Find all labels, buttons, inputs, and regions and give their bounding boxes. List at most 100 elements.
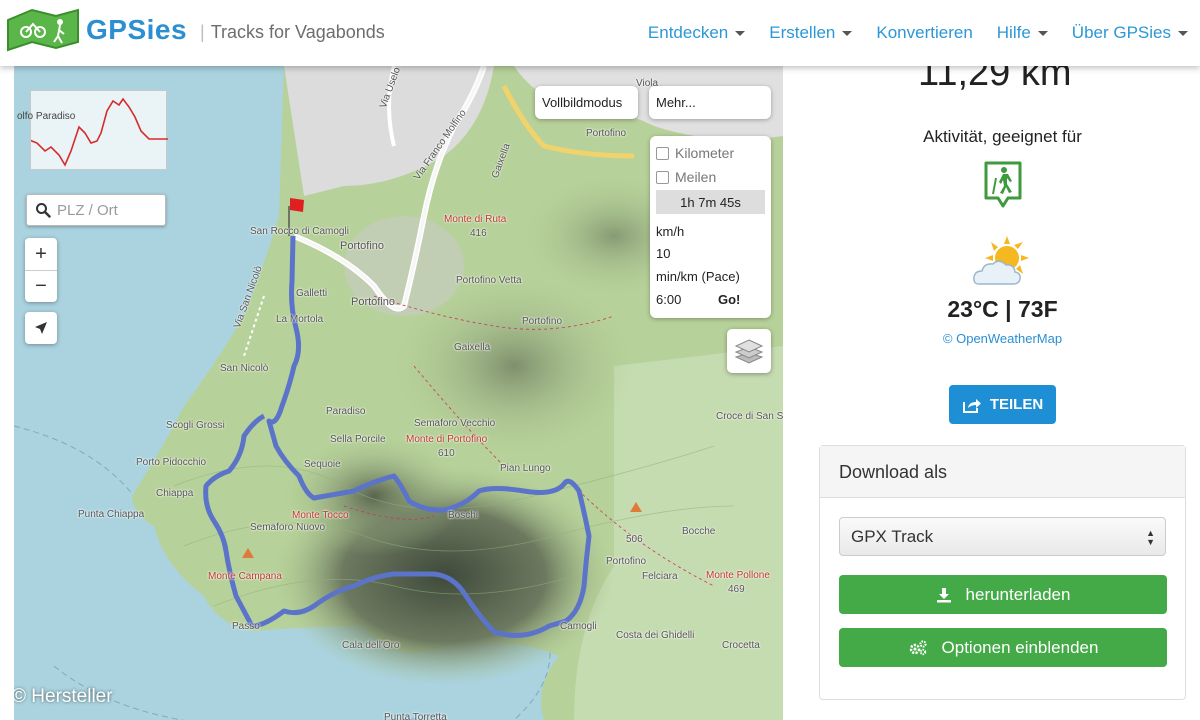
nav-konvertieren[interactable]: Konvertieren [864,23,984,43]
nav-entdecken[interactable]: Entdecken [636,23,757,43]
map-label: Portofino [586,128,627,139]
gears-icon [909,639,927,655]
map-label: Porto Pidocchio [136,457,207,468]
share-button[interactable]: TEILEN [949,385,1056,424]
options-button[interactable]: Optionen einblenden [839,628,1167,667]
speed-input[interactable]: 10 [656,242,714,264]
kilometer-option[interactable]: Kilometer [656,145,734,161]
zoom-in-button[interactable]: + [25,238,57,270]
search-icon [36,203,51,218]
fullscreen-button[interactable]: Vollbildmodus [535,86,638,119]
nav-erstellen[interactable]: Erstellen [757,23,864,43]
time-calculator: Kilometer Meilen 1h 7m 45s km/h 10 min/k… [650,136,771,318]
download-label: herunterladen [965,584,1071,604]
caret-down-icon [735,30,746,36]
kilometer-label: Kilometer [675,145,735,161]
hiking-icon [984,161,1022,208]
search-input[interactable] [57,201,157,219]
options-label: Optionen einblenden [941,637,1099,657]
locate-button[interactable] [25,312,57,344]
map-label: Portofino Vetta [456,275,522,286]
nav-label: Entdecken [647,23,729,42]
map-label: Punta Torretta [384,712,447,720]
pace-input[interactable]: 6:00 [656,288,714,310]
map-label: Bocche [682,526,716,537]
map-label: 416 [470,228,487,239]
map-label: Monte Pollone [706,570,770,581]
download-title: Download als [820,446,1185,498]
map-label: Semaforo Nuovo [250,522,326,533]
openweathermap-link[interactable]: © OpenWeatherMap [819,331,1186,346]
more-button[interactable]: Mehr... [649,86,771,119]
format-value: GPX Track [851,526,934,546]
tagline: | Tracks for Vagabonds [200,22,385,42]
nav-label: Über GPSies [1071,23,1171,42]
gpsies-logo-icon [7,8,79,52]
pace-label: min/km (Pace) [656,269,740,284]
nav-ueber-gpsies[interactable]: Über GPSies [1060,23,1200,43]
activity-title: Aktivität, geeignet für [923,127,1082,146]
miles-label: Meilen [675,169,717,185]
track-map[interactable]: San Rocco di Camogli Portofino Galletti … [14,66,783,720]
download-icon [936,587,951,602]
map-label: Chiappa [156,488,194,499]
download-button[interactable]: herunterladen [839,575,1167,614]
elevation-chart [31,97,168,167]
logo[interactable] [4,6,82,54]
layers-icon [734,339,764,364]
map-label: Punta Chiappa [78,509,145,520]
map-label: Felciara [642,571,678,582]
share-icon [962,398,981,413]
go-button[interactable]: Go! [718,292,740,307]
map-label: Semaforo Vecchio [414,418,496,429]
map-label: Monte di Ruta [444,214,507,225]
nav-hilfe[interactable]: Hilfe [985,23,1060,43]
elevation-place-label: olfo Paradiso [17,111,76,122]
brand-name[interactable]: GPSies [86,14,187,46]
map-label: Portofino [340,240,385,252]
zoom-out-button[interactable]: − [25,270,57,302]
map-label: Gaixella [454,342,491,353]
share-label: TEILEN [989,396,1044,413]
select-arrows-icon: ▲ ▼ [1146,528,1155,547]
partly-cloudy-icon [973,236,1029,285]
map-label: Portofino [351,296,396,308]
miles-option[interactable]: Meilen [656,169,716,185]
navigation-arrow-icon [35,322,47,334]
layers-button[interactable] [727,329,771,373]
location-search[interactable] [26,194,166,226]
map-label: Crocetta [722,640,760,651]
map-label: Pian Lungo [500,463,551,474]
map-label: Paradiso [326,406,366,417]
map-label: Monte Tocco [292,510,349,521]
caret-down-icon [1037,30,1048,36]
map-label: Sequoie [304,459,341,470]
map-label: 506 [626,534,643,545]
caret-down-icon [1178,30,1188,36]
elevation-profile[interactable]: olfo Paradiso [17,90,168,170]
nav-label: Konvertieren [876,23,973,42]
duration-display: 1h 7m 45s [656,190,765,214]
start-flag-icon [290,198,304,212]
map-label: San Rocco di Camogli [250,226,349,237]
map-label: 610 [438,448,455,459]
kilometer-checkbox[interactable] [656,146,669,160]
tagline-text: Tracks for Vagabonds [210,22,385,42]
map-label: Sella Porcile [330,434,386,445]
format-select[interactable]: GPX Track ▲ ▼ [839,517,1166,556]
caret-down-icon [842,30,853,36]
map-label: Boschi [448,510,479,521]
top-navbar: GPSies | Tracks for Vagabonds Entdecken E… [0,0,1200,66]
map-label: Monte di Portofino [406,434,488,445]
nav-label: Erstellen [769,23,836,42]
map-label: Portofino [522,316,563,327]
map-label: Cala dell'Oro [342,640,400,651]
download-panel: Download als GPX Track ▲ ▼ herunterladen … [819,445,1186,700]
miles-checkbox[interactable] [656,170,669,184]
map-label: Costa dei Ghidelli [616,630,695,641]
nav-label: Hilfe [996,23,1031,42]
kmh-label: km/h [656,224,685,239]
map-label: Portofino [606,556,647,567]
map-label: Camogli [560,621,597,632]
map-label: Scogli Grossi [166,420,225,431]
